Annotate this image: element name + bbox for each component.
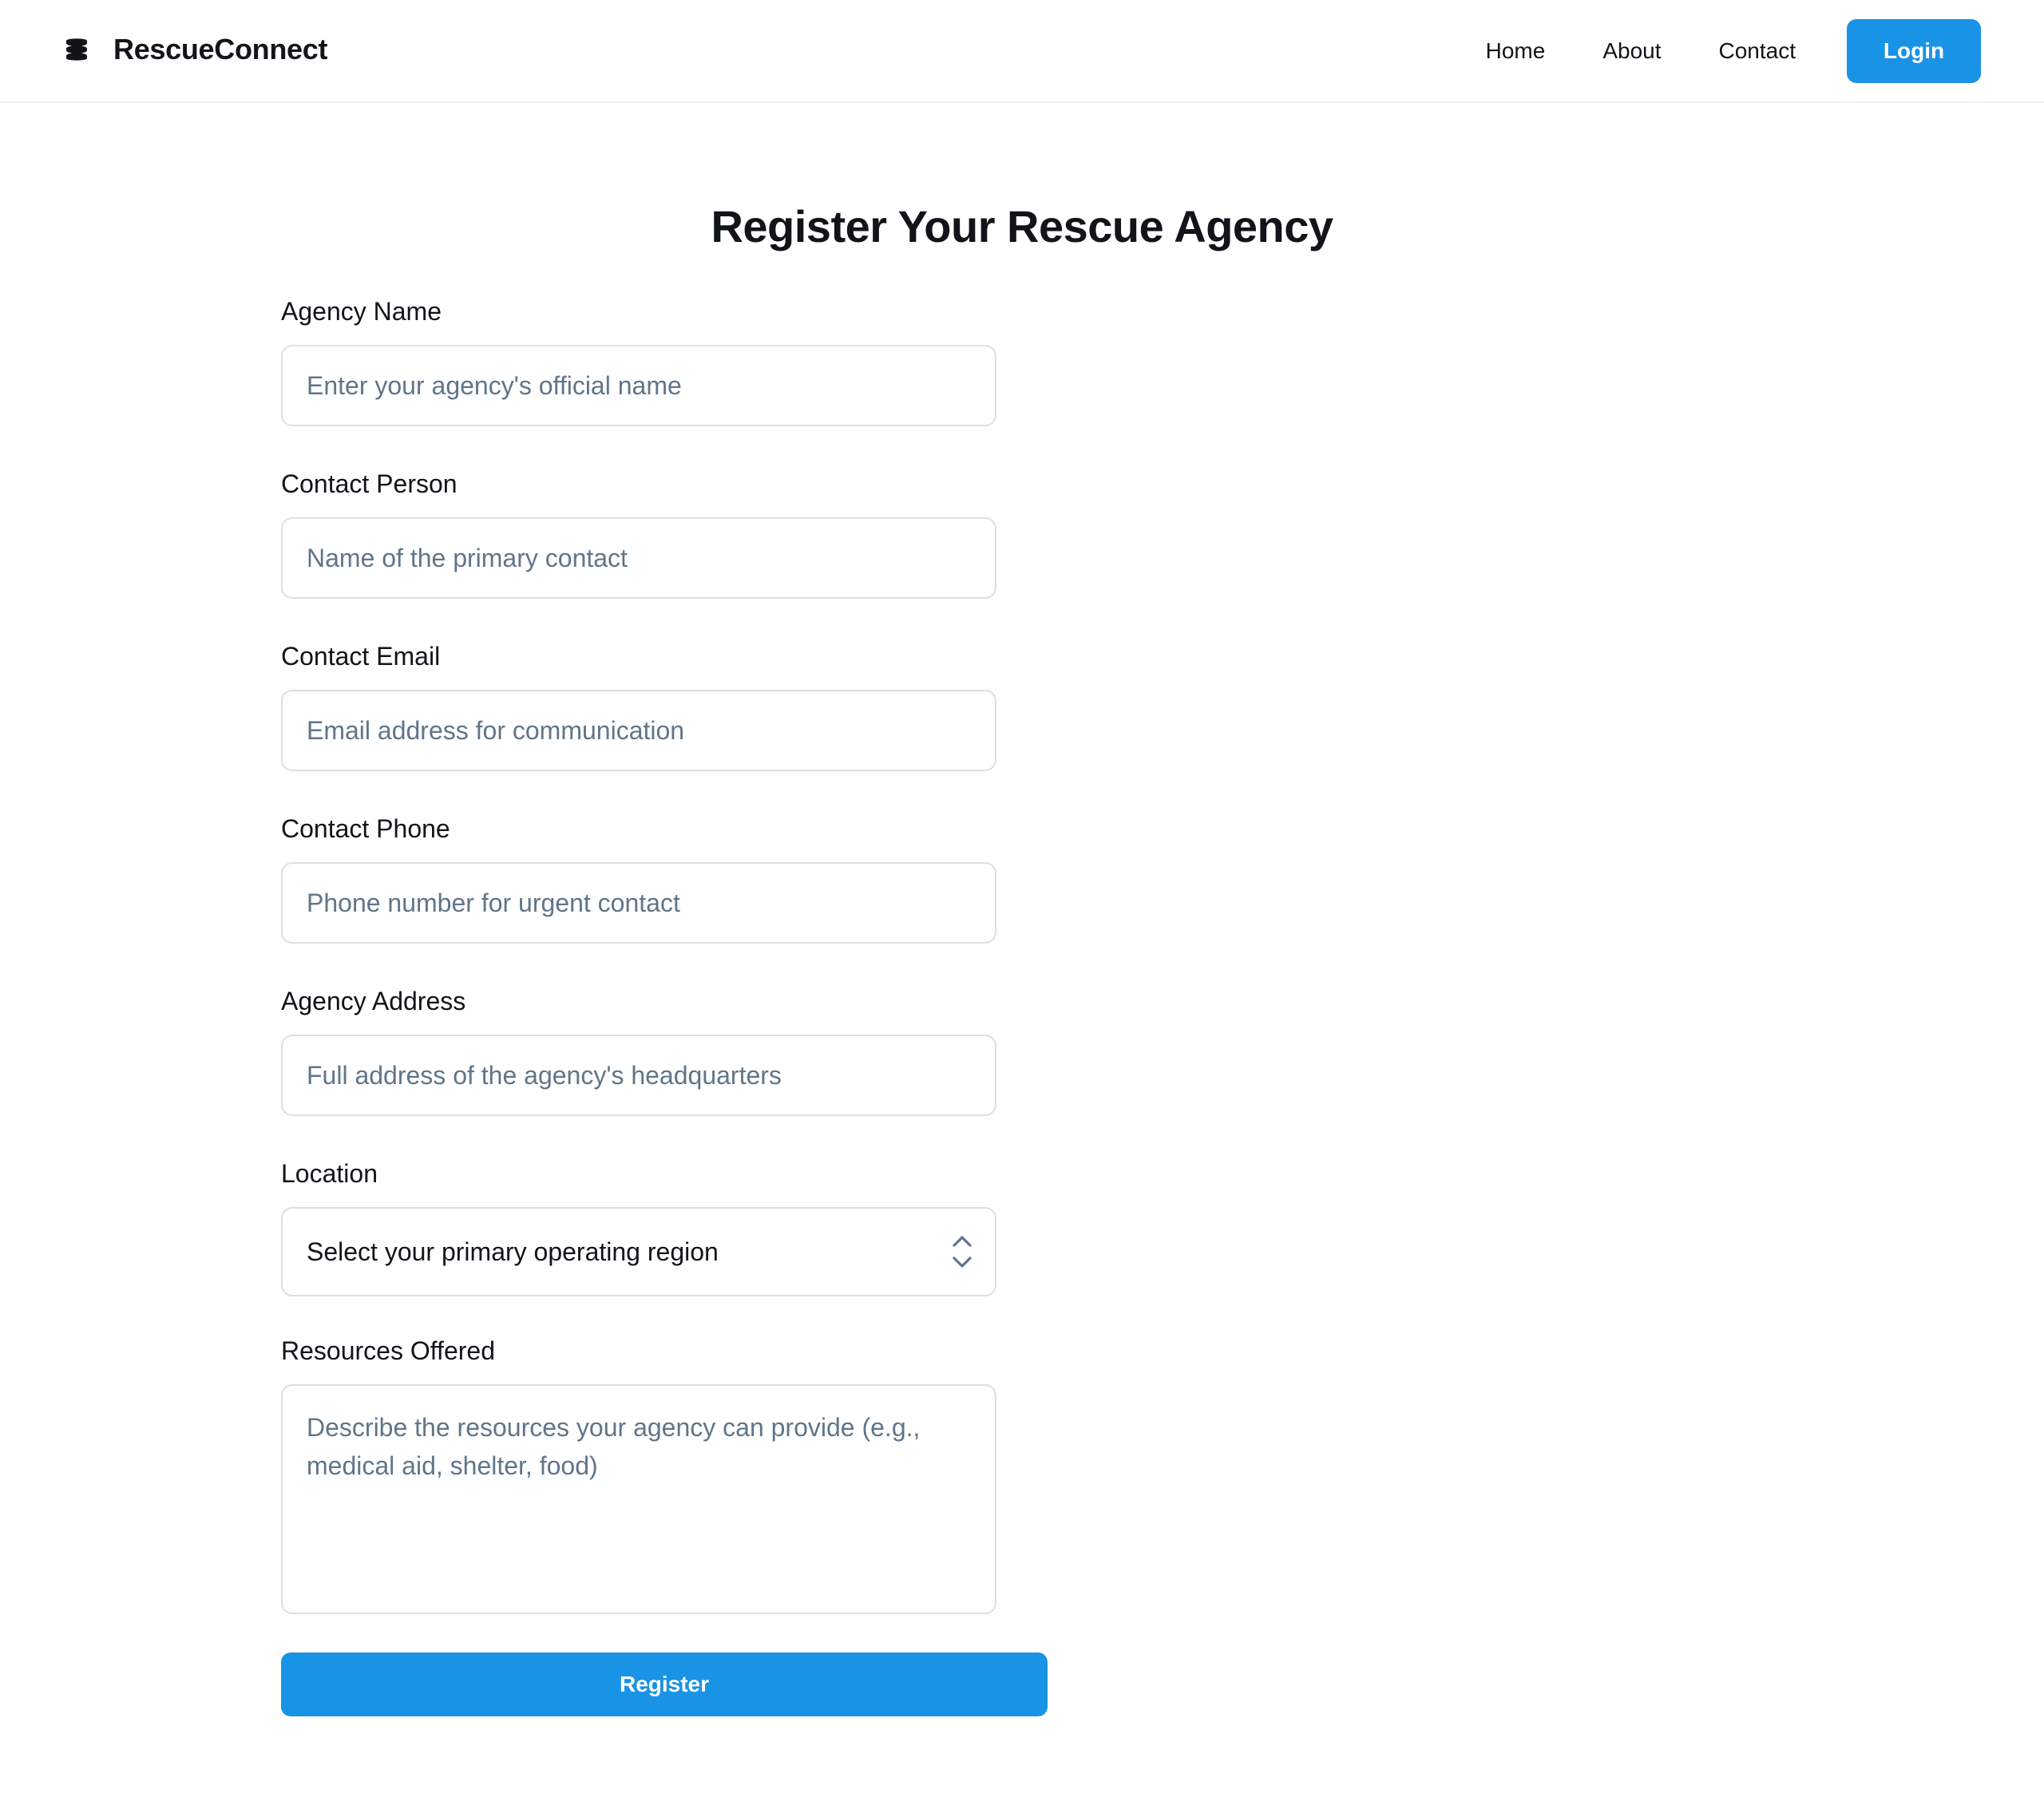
agency-address-input[interactable] <box>281 1035 996 1116</box>
contact-person-input[interactable] <box>281 517 996 599</box>
resources-field: Resources Offered <box>281 1327 1048 1614</box>
page-title: Register Your Rescue Agency <box>711 201 1333 251</box>
location-label: Location <box>281 1159 378 1188</box>
resources-label: Resources Offered <box>281 1336 495 1365</box>
contact-email-label: Contact Email <box>281 642 441 671</box>
agency-name-label: Agency Name <box>281 297 442 326</box>
contact-phone-input[interactable] <box>281 862 996 944</box>
location-select-value: Select your primary operating region <box>307 1237 719 1266</box>
contact-phone-field: Contact Phone <box>281 805 1048 944</box>
contact-person-field: Contact Person <box>281 460 1048 599</box>
register-button[interactable]: Register <box>281 1652 1048 1716</box>
nav-link-about[interactable]: About <box>1602 38 1661 64</box>
nav-link-home[interactable]: Home <box>1486 38 1546 64</box>
main-nav: Home About Contact Login <box>1486 19 1981 83</box>
contact-phone-label: Contact Phone <box>281 814 450 843</box>
nav-link-contact[interactable]: Contact <box>1719 38 1796 64</box>
agency-address-label: Agency Address <box>281 987 466 1015</box>
brand[interactable]: RescueConnect <box>64 29 327 70</box>
login-button[interactable]: Login <box>1847 19 1981 83</box>
chevron-up-down-icon <box>953 1236 972 1268</box>
location-select[interactable]: Select your primary operating region <box>281 1207 996 1296</box>
contact-person-label: Contact Person <box>281 469 458 498</box>
brand-name: RescueConnect <box>113 33 328 65</box>
resources-textarea[interactable] <box>281 1384 996 1614</box>
location-field: Location Select your primary operating r… <box>281 1150 1048 1296</box>
top-navbar: RescueConnect Home About Contact Login <box>0 0 2044 103</box>
agency-name-field: Agency Name <box>281 287 1048 426</box>
agency-registration-form: Agency Name Contact Person Contact Email… <box>281 287 1048 1716</box>
contact-email-field: Contact Email <box>281 632 1048 771</box>
agency-address-field: Agency Address <box>281 977 1048 1116</box>
stacked-layers-icon <box>66 38 87 61</box>
agency-name-input[interactable] <box>281 345 996 426</box>
contact-email-input[interactable] <box>281 690 996 771</box>
